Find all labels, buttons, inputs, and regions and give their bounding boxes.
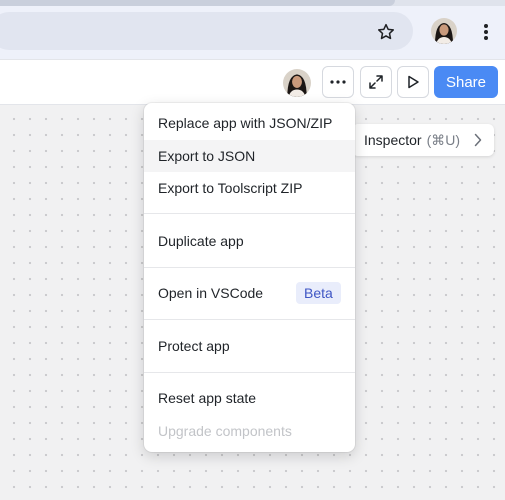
- menu-divider: [144, 319, 355, 320]
- menu-divider: [144, 267, 355, 268]
- inspector-shortcut: (⌘U): [426, 131, 461, 148]
- app-toolbar: Share: [0, 59, 505, 105]
- browser-menu-button[interactable]: [476, 18, 496, 46]
- menu-item-protect-app[interactable]: Protect app: [144, 330, 355, 362]
- app-actions-menu: Replace app with JSON/ZIP Export to JSON…: [144, 103, 355, 452]
- menu-item-label: Upgrade components: [158, 423, 292, 439]
- menu-item-replace-app[interactable]: Replace app with JSON/ZIP: [144, 107, 355, 139]
- user-avatar[interactable]: [283, 69, 311, 97]
- menu-item-upgrade-components: Upgrade components: [144, 415, 355, 447]
- menu-item-label: Replace app with JSON/ZIP: [158, 115, 333, 131]
- menu-item-label: Reset app state: [158, 390, 257, 406]
- inspector-label: Inspector: [364, 132, 422, 148]
- menu-item-open-vscode[interactable]: Open in VSCode Beta: [144, 277, 355, 309]
- chevron-right-icon: [474, 133, 482, 147]
- browser-toolbar: [0, 6, 505, 59]
- kebab-icon: [484, 24, 488, 40]
- menu-item-label: Open in VSCode: [158, 285, 264, 301]
- menu-item-export-json[interactable]: Export to JSON: [144, 140, 355, 172]
- preview-button[interactable]: [397, 66, 429, 98]
- expand-icon: [369, 75, 383, 89]
- beta-badge: Beta: [296, 282, 341, 304]
- more-options-button[interactable]: [322, 66, 354, 98]
- ellipsis-icon: [330, 80, 346, 84]
- menu-item-label: Duplicate app: [158, 233, 244, 249]
- fullscreen-button[interactable]: [360, 66, 392, 98]
- menu-divider: [144, 213, 355, 214]
- bookmark-star-button[interactable]: [372, 18, 400, 46]
- menu-item-export-toolscript[interactable]: Export to Toolscript ZIP: [144, 172, 355, 204]
- play-icon: [408, 75, 419, 89]
- star-icon: [378, 23, 394, 40]
- menu-item-label: Export to JSON: [158, 148, 256, 164]
- inspector-toggle[interactable]: Inspector (⌘U): [352, 124, 494, 156]
- menu-item-duplicate-app[interactable]: Duplicate app: [144, 225, 355, 257]
- profile-avatar[interactable]: [431, 18, 457, 44]
- share-button[interactable]: Share: [434, 66, 498, 98]
- menu-item-label: Protect app: [158, 338, 230, 354]
- menu-item-label: Export to Toolscript ZIP: [158, 180, 303, 196]
- address-bar[interactable]: [0, 12, 413, 50]
- menu-divider: [144, 372, 355, 373]
- menu-item-reset-app-state[interactable]: Reset app state: [144, 382, 355, 414]
